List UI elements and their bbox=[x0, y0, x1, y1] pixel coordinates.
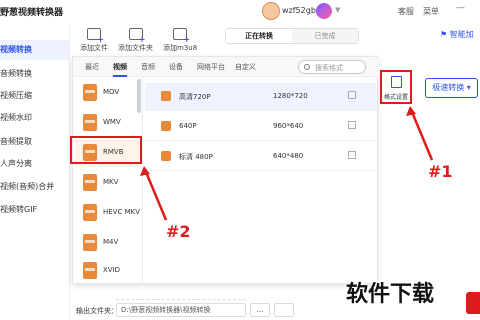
sidebar-item-video-convert[interactable]: 视频转换 bbox=[0, 40, 70, 60]
format-settings-label: 格式设置 bbox=[383, 94, 408, 101]
video-file-icon bbox=[83, 114, 97, 131]
resolution-row[interactable]: 标清 480P 640*480 bbox=[145, 143, 377, 171]
arrow-line-1 bbox=[410, 111, 434, 161]
minimize-button[interactable]: — bbox=[456, 3, 465, 13]
format-name: WMV bbox=[103, 118, 121, 126]
format-name: RMVB bbox=[103, 148, 124, 156]
tab-audio[interactable]: 音频 bbox=[141, 62, 155, 72]
add-folder-icon bbox=[128, 28, 146, 44]
app-window: 野葱视频转换器 wzf52gb ▼ 客服 菜单 — 视频转换 音频转换 视频压缩… bbox=[0, 0, 480, 320]
add-file-button[interactable]: 添加文件 bbox=[80, 28, 108, 53]
fast-convert-dropdown[interactable]: 极速转换 ▾ bbox=[425, 78, 478, 98]
sidebar: 视频转换 音频转换 视频压缩 视频水印 音频提取 人声分离 视频(音频)合并 视… bbox=[0, 24, 70, 320]
settings-icon bbox=[391, 76, 402, 88]
format-list-scrollbar[interactable] bbox=[137, 79, 141, 113]
vip-badge-icon[interactable] bbox=[316, 3, 332, 19]
sidebar-item-video-to-gif[interactable]: 视频转GIF bbox=[0, 200, 70, 220]
format-popup: 最近 视频 音频 设备 网络平台 自定义 搜索格式 MOV WMV RMVB M… bbox=[72, 56, 379, 285]
video-file-icon bbox=[83, 174, 97, 191]
add-folder-label: 添加文件夹 bbox=[118, 44, 153, 52]
format-item-rmvb[interactable]: RMVB bbox=[75, 139, 141, 167]
edit-icon[interactable] bbox=[348, 121, 356, 129]
format-item-m4v[interactable]: M4V bbox=[75, 229, 141, 257]
add-file-label: 添加文件 bbox=[80, 44, 108, 52]
resolution-size: 1280*720 bbox=[273, 92, 308, 100]
browse-button[interactable]: ... bbox=[250, 303, 270, 317]
format-item-wmv[interactable]: WMV bbox=[75, 109, 141, 137]
resolution-row[interactable]: 高清720P 1280*720 bbox=[145, 83, 377, 111]
sidebar-item-merge[interactable]: 视频(音频)合并 bbox=[0, 177, 70, 197]
add-m3u8-label: 添加m3u8 bbox=[163, 44, 198, 52]
format-name: XVID bbox=[103, 266, 121, 274]
tab-custom[interactable]: 自定义 bbox=[235, 62, 256, 72]
add-folder-button[interactable]: 添加文件夹 bbox=[118, 28, 153, 53]
tab-recent[interactable]: 最近 bbox=[85, 62, 99, 72]
video-file-icon bbox=[83, 262, 97, 279]
fast-convert-label: 极速转换 bbox=[432, 83, 465, 92]
resolution-size: 960*640 bbox=[273, 122, 304, 130]
sidebar-item-audio-extract[interactable]: 音频提取 bbox=[0, 132, 70, 152]
video-icon bbox=[161, 151, 171, 161]
format-item-hevc-mkv[interactable]: HEVC MKV bbox=[75, 199, 141, 227]
smart-accelerate-button[interactable]: ⚑ 智能加 bbox=[440, 29, 474, 40]
tab-done[interactable]: 已完成 bbox=[292, 29, 358, 43]
edit-icon[interactable] bbox=[348, 151, 356, 159]
tab-network-platform[interactable]: 网络平台 bbox=[197, 62, 225, 72]
watermark-text: 软件下载 bbox=[346, 282, 435, 307]
add-m3u8-icon bbox=[173, 28, 190, 44]
format-settings-button[interactable]: 格式设置 bbox=[380, 70, 412, 104]
format-name: M4V bbox=[103, 238, 119, 246]
sidebar-item-audio-convert[interactable]: 音频转换 bbox=[0, 64, 70, 84]
search-input[interactable]: 搜索格式 bbox=[315, 63, 343, 73]
format-item-mkv[interactable]: MKV bbox=[75, 169, 141, 197]
format-item-mov[interactable]: MOV bbox=[75, 79, 141, 107]
video-icon bbox=[161, 121, 171, 131]
open-folder-icon[interactable] bbox=[274, 303, 294, 317]
video-file-icon bbox=[83, 204, 97, 221]
annotation-label-1: #1 bbox=[428, 162, 453, 181]
resolution-name: 高清720P bbox=[179, 93, 211, 101]
annotation-label-2: #2 bbox=[166, 222, 191, 241]
tab-video[interactable]: 视频 bbox=[113, 62, 127, 77]
video-file-icon bbox=[83, 234, 97, 251]
resolution-row[interactable]: 640P 960*640 bbox=[145, 113, 377, 141]
video-icon bbox=[161, 91, 171, 101]
menu-link[interactable]: 菜单 bbox=[423, 6, 439, 17]
username[interactable]: wzf52gb bbox=[282, 6, 316, 15]
sidebar-item-video-watermark[interactable]: 视频水印 bbox=[0, 108, 70, 128]
smart-label: 智能加 bbox=[449, 30, 474, 39]
video-file-icon bbox=[83, 144, 97, 161]
chevron-down-icon[interactable]: ▼ bbox=[335, 6, 340, 14]
customer-service-link[interactable]: 客服 bbox=[398, 6, 414, 17]
format-search[interactable]: 搜索格式 bbox=[298, 60, 366, 74]
format-name: HEVC MKV bbox=[103, 208, 141, 216]
tab-device[interactable]: 设备 bbox=[169, 62, 183, 72]
format-name: MOV bbox=[103, 88, 120, 96]
edit-icon[interactable] bbox=[348, 91, 356, 99]
sidebar-item-video-compress[interactable]: 视频压缩 bbox=[0, 86, 70, 106]
app-title: 野葱视频转换器 bbox=[0, 8, 64, 18]
format-name: MKV bbox=[103, 178, 119, 186]
format-list: MOV WMV RMVB MKV HEVC MKV M4V XVID bbox=[73, 77, 143, 285]
status-tabs: 正在转换 已完成 bbox=[225, 28, 359, 44]
video-file-icon bbox=[83, 84, 97, 101]
resolution-name: 640P bbox=[179, 122, 197, 130]
avatar[interactable] bbox=[262, 2, 280, 20]
resolution-size: 640*480 bbox=[273, 152, 304, 160]
output-folder-label: 输出文件夹： bbox=[76, 307, 118, 315]
arrowhead-1 bbox=[406, 106, 416, 116]
sidebar-item-vocal-separate[interactable]: 人声分离 bbox=[0, 154, 70, 174]
convert-all-button[interactable] bbox=[466, 292, 480, 314]
title-bar: 野葱视频转换器 wzf52gb ▼ 客服 菜单 — bbox=[0, 0, 480, 24]
format-tabs: 最近 视频 音频 设备 网络平台 自定义 搜索格式 bbox=[73, 57, 379, 77]
format-item-xvid[interactable]: XVID bbox=[75, 257, 141, 285]
search-icon bbox=[304, 64, 310, 70]
merge-option-row bbox=[116, 290, 246, 300]
add-file-icon bbox=[87, 28, 104, 44]
add-m3u8-button[interactable]: 添加m3u8 bbox=[163, 28, 197, 53]
tab-converting[interactable]: 正在转换 bbox=[226, 29, 292, 43]
output-path-field[interactable]: D:\野葱视频转换器\视频转换 bbox=[116, 303, 246, 317]
resolution-name: 标清 480P bbox=[179, 153, 213, 161]
